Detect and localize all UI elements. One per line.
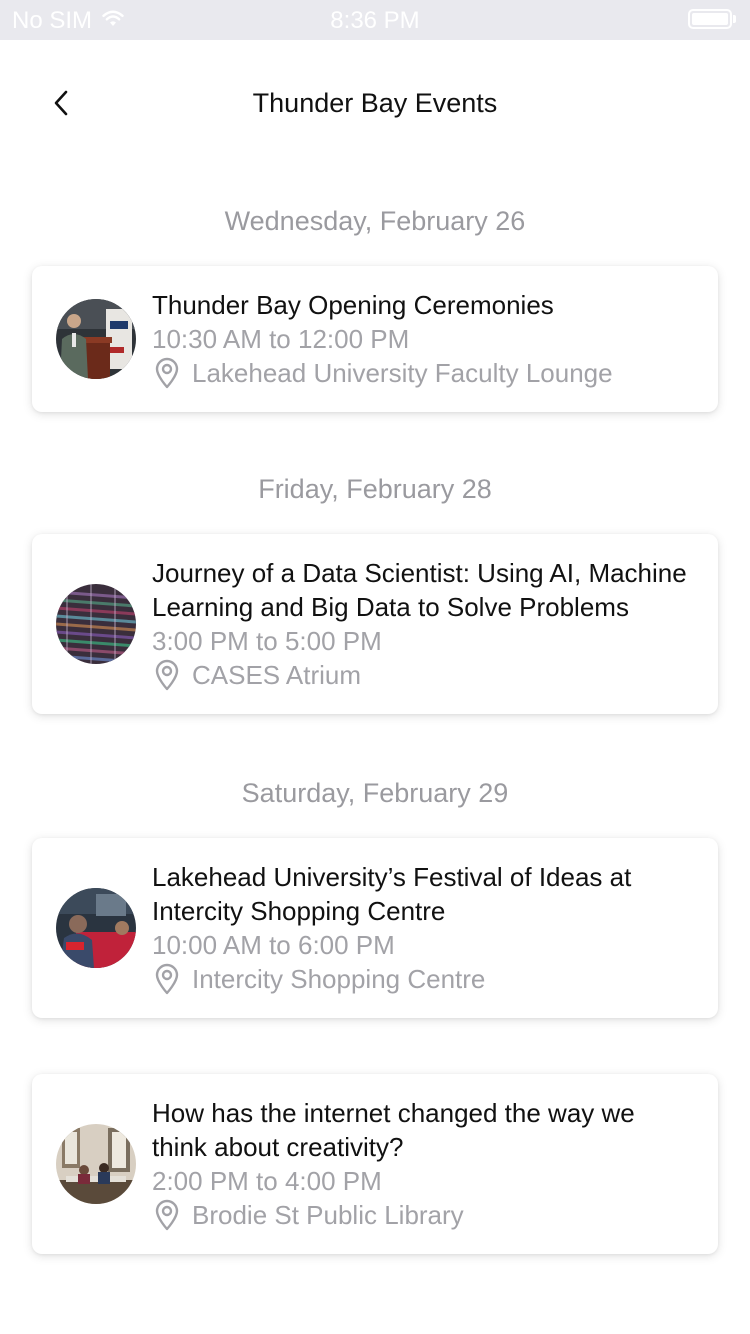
- event-time: 3:00 PM to 5:00 PM: [152, 626, 382, 656]
- day-header: Wednesday, February 26: [224, 206, 526, 236]
- event-title: How has the internet changed the way we …: [152, 1098, 635, 1162]
- event-card[interactable]: How has the internet changed the way we …: [32, 1074, 718, 1254]
- event-thumbnail: [56, 1124, 136, 1204]
- status-bar: No SIM 8:36 PM: [0, 0, 750, 40]
- battery-icon: [688, 9, 738, 31]
- event-time: 2:00 PM to 4:00 PM: [152, 1166, 382, 1196]
- event-thumbnail: [56, 584, 136, 664]
- event-card[interactable]: Journey of a Data Scientist: Using AI, M…: [32, 534, 718, 714]
- event-location-label: CASES Atrium: [192, 660, 362, 690]
- event-location-label: Lakehead University Faculty Lounge: [192, 358, 613, 388]
- event-time: 10:00 AM to 6:00 PM: [152, 930, 395, 960]
- nav-header: Thunder Bay Events: [0, 40, 750, 170]
- event-title: Journey of a Data Scientist: Using AI, M…: [152, 558, 687, 622]
- event-thumbnail: [56, 888, 136, 968]
- event-card[interactable]: Thunder Bay Opening Ceremonies 10:30 AM …: [32, 266, 718, 412]
- map-pin-icon: [152, 962, 182, 996]
- event-location: CASES Atrium: [152, 658, 694, 692]
- event-location-label: Brodie St Public Library: [192, 1200, 464, 1230]
- event-thumbnail: [56, 299, 136, 379]
- day-header: Friday, February 28: [258, 474, 492, 504]
- map-pin-icon: [152, 658, 182, 692]
- event-location-label: Intercity Shopping Centre: [192, 964, 486, 994]
- event-location: Brodie St Public Library: [152, 1198, 694, 1232]
- event-card[interactable]: Lakehead University’s Festival of Ideas …: [32, 838, 718, 1018]
- event-title: Thunder Bay Opening Ceremonies: [152, 290, 554, 320]
- events-list[interactable]: Wednesday, February 26 Thunder Bay Openi…: [0, 170, 750, 1254]
- event-title: Lakehead University’s Festival of Ideas …: [152, 862, 632, 926]
- status-time: 8:36 PM: [330, 7, 420, 34]
- map-pin-icon: [152, 356, 182, 390]
- map-pin-icon: [152, 1198, 182, 1232]
- event-location: Lakehead University Faculty Lounge: [152, 356, 694, 390]
- page-title: Thunder Bay Events: [252, 88, 498, 118]
- event-location: Intercity Shopping Centre: [152, 962, 694, 996]
- event-time: 10:30 AM to 12:00 PM: [152, 324, 410, 354]
- day-header: Saturday, February 29: [241, 778, 509, 808]
